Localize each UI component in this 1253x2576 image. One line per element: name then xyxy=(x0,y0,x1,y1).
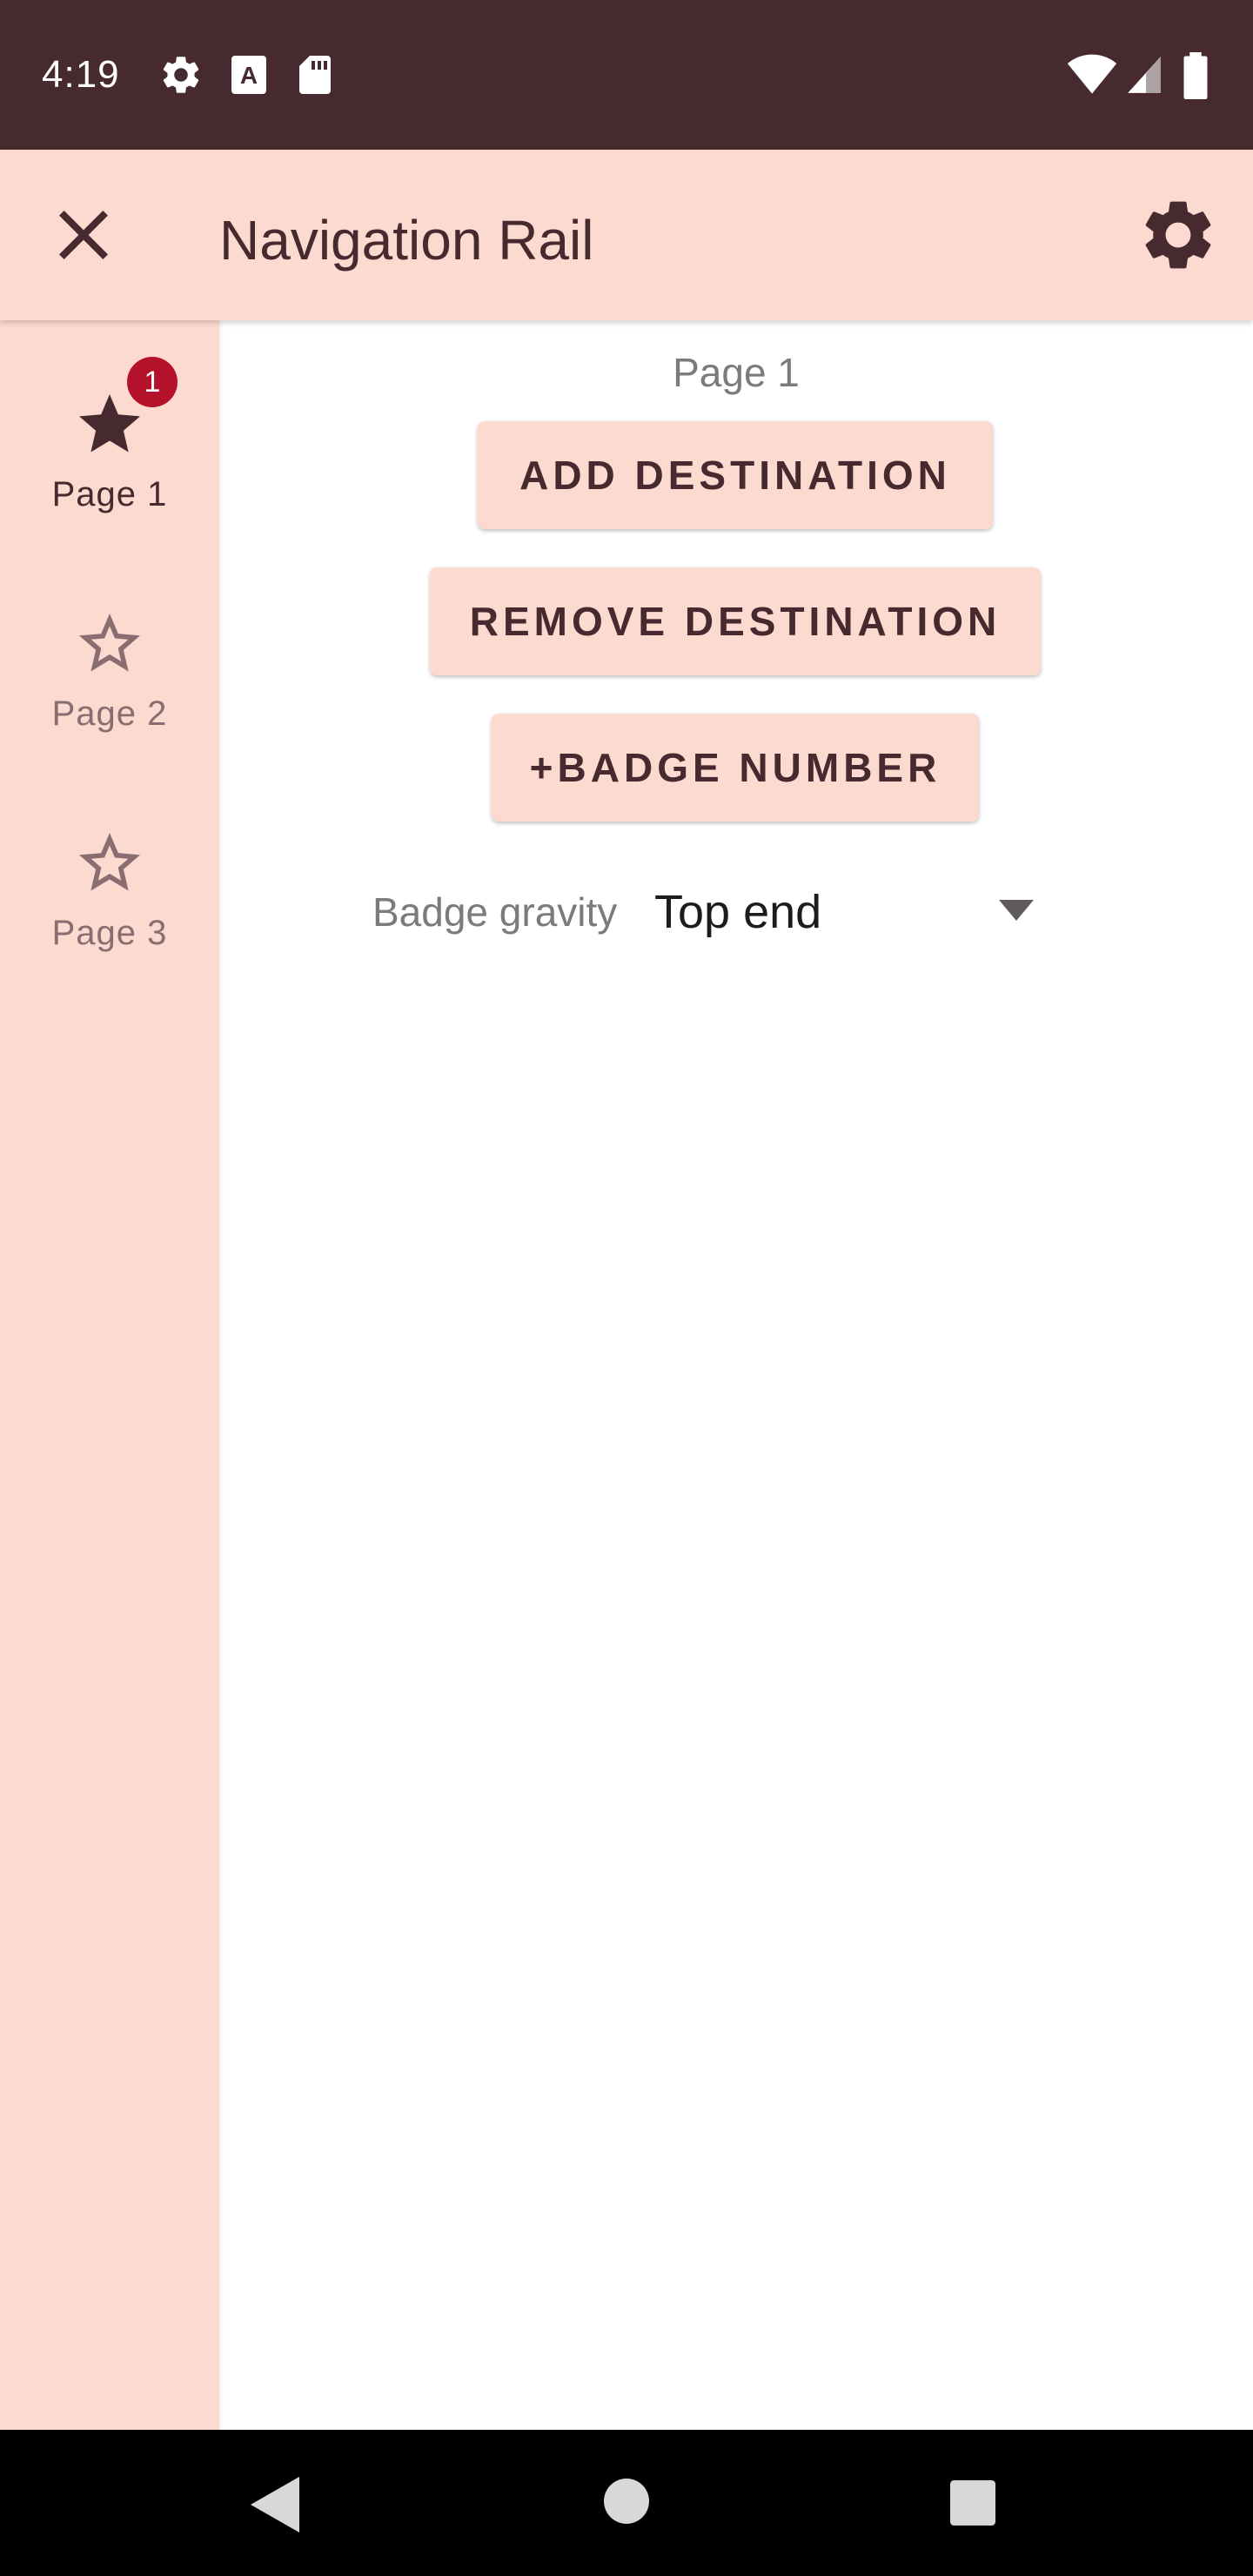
badge-gravity-label: Badge gravity xyxy=(372,889,618,935)
rail-item-label: Page 3 xyxy=(51,914,168,952)
recents-icon[interactable] xyxy=(950,2480,995,2526)
settings-button[interactable] xyxy=(1136,193,1220,277)
a-keyboard-icon: A xyxy=(231,56,266,94)
gear-icon xyxy=(1145,201,1211,269)
wifi-icon xyxy=(1067,54,1117,94)
signal-icon xyxy=(1128,57,1161,93)
system-navigation-bar xyxy=(0,2430,1253,2576)
rail-item-page-2[interactable]: Page 2 xyxy=(0,607,219,799)
star-outline-icon xyxy=(79,833,140,891)
navigation-rail: 1 Page 1 Page 2 Page 3 xyxy=(0,320,219,2430)
add-destination-button[interactable]: ADD DESTINATION xyxy=(478,421,993,529)
page-label: Page 1 xyxy=(673,350,800,395)
badge-number-button[interactable]: +BADGE NUMBER xyxy=(492,714,979,822)
sd-card-icon xyxy=(299,56,331,94)
badge-gravity-dropdown[interactable]: Top end xyxy=(646,869,1051,952)
rail-item-label: Page 2 xyxy=(51,694,168,733)
page-title: Navigation Rail xyxy=(219,209,594,272)
app-bar: Navigation Rail xyxy=(0,150,1253,320)
svg-text:A: A xyxy=(240,62,258,89)
remove-destination-button[interactable]: REMOVE DESTINATION xyxy=(430,567,1041,675)
home-icon[interactable] xyxy=(604,2479,649,2524)
badge-gravity-value: Top end xyxy=(654,886,822,938)
settings-icon xyxy=(163,57,199,93)
close-icon xyxy=(59,211,108,259)
back-icon[interactable] xyxy=(251,2477,299,2532)
star-outline-icon xyxy=(79,614,140,672)
main-content: Page 1 ADD DESTINATION REMOVE DESTINATIO… xyxy=(219,320,1253,2430)
rail-item-label: Page 1 xyxy=(51,475,168,513)
status-time: 4:19 xyxy=(42,53,120,96)
rail-item-page-3[interactable]: Page 3 xyxy=(0,827,219,1018)
battery-icon xyxy=(1183,52,1208,99)
close-button[interactable] xyxy=(42,193,125,277)
status-bar: 4:19 A xyxy=(0,0,1253,150)
notification-badge: 1 xyxy=(127,357,178,407)
rail-item-page-1[interactable]: 1 Page 1 xyxy=(0,357,219,580)
badge-gravity-row: Badge gravity Top end xyxy=(372,869,1051,952)
chevron-down-icon xyxy=(999,900,1034,921)
